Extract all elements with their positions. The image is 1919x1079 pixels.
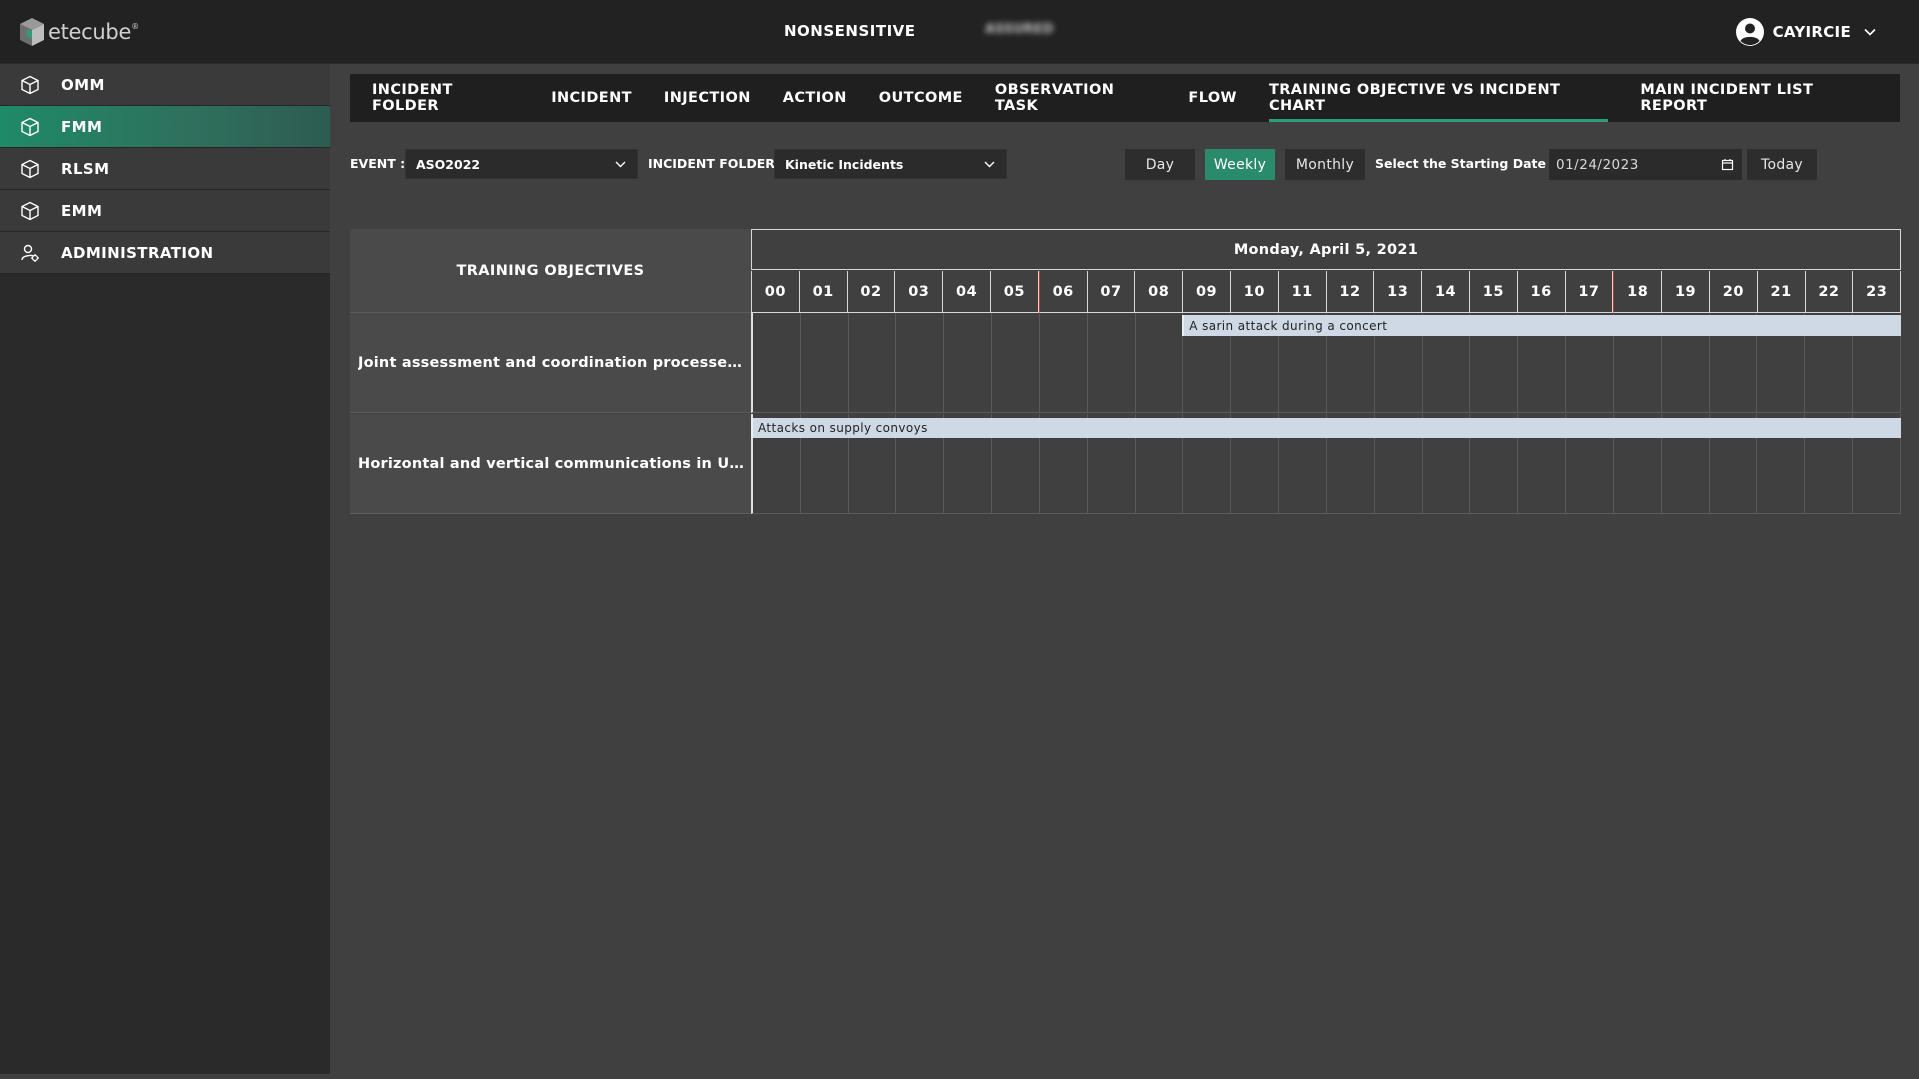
hour-cell[interactable] — [801, 313, 849, 412]
cube-icon — [21, 201, 39, 220]
app-logo[interactable]: etecube® — [18, 16, 139, 48]
hour-label: 02 — [847, 271, 896, 313]
incident-folder-select-value: Kinetic Incidents — [785, 156, 904, 172]
hour-label: 15 — [1469, 271, 1518, 313]
event-label: EVENT : — [350, 156, 406, 171]
hour-cell[interactable] — [849, 313, 897, 412]
hour-label: 18 — [1613, 271, 1663, 313]
cube-icon — [21, 75, 39, 94]
hour-cell[interactable] — [896, 313, 945, 412]
user-menu[interactable]: CAYIRCIE — [1735, 16, 1877, 48]
hour-cell[interactable] — [1040, 313, 1088, 412]
user-name: CAYIRCIE — [1772, 23, 1851, 41]
hour-cell[interactable] — [992, 313, 1040, 412]
sidebar-item-label: FMM — [61, 117, 103, 136]
blurred-label: ASSURED — [985, 22, 1054, 37]
sidebar-item-label: OMM — [61, 75, 105, 94]
classification-label: NONSENSITIVE — [784, 22, 916, 40]
event-select[interactable]: ASO2022 — [405, 149, 638, 179]
filter-bar: EVENT : ASO2022 INCIDENT FOLDER : Kineti… — [350, 149, 1910, 180]
sidebar: OMM FMM RLSM EMM ADMINISTRATION — [0, 64, 330, 1074]
objective-incident-chart: TRAINING OBJECTIVES Monday, April 5, 202… — [350, 229, 1902, 515]
hour-cell[interactable] — [944, 313, 993, 412]
cube-icon — [21, 117, 39, 136]
objective-row: Horizontal and vertical communications i… — [350, 414, 1901, 515]
hour-label: 01 — [799, 271, 848, 313]
hour-label: 19 — [1662, 271, 1710, 313]
hour-label: 07 — [1087, 271, 1136, 313]
hour-label: 09 — [1183, 271, 1231, 313]
objective-label: Joint assessment and coordination proces… — [350, 313, 751, 413]
hour-label: 05 — [990, 271, 1039, 313]
user-avatar-icon — [1735, 18, 1764, 46]
hour-label: 21 — [1757, 271, 1806, 313]
tab-flow[interactable]: FLOW — [1180, 74, 1245, 122]
hour-label: 20 — [1709, 271, 1758, 313]
tab-outcome[interactable]: OUTCOME — [871, 74, 971, 122]
incident-bar[interactable]: A sarin attack during a concert — [1182, 315, 1901, 336]
sidebar-item-fmm[interactable]: FMM — [0, 106, 330, 148]
date-header: Monday, April 5, 2021 — [751, 229, 1901, 270]
chevron-down-icon — [615, 161, 626, 168]
tab-training-objective-vs-incident-chart[interactable]: TRAINING OBJECTIVE VS INCIDENT CHART — [1261, 74, 1616, 122]
chevron-down-icon — [1864, 28, 1876, 36]
today-button[interactable]: Today — [1747, 149, 1817, 180]
sidebar-item-administration[interactable]: ADMINISTRATION — [0, 232, 330, 274]
tab-main-incident-list-report[interactable]: MAIN INCIDENT LIST REPORT — [1632, 74, 1884, 122]
hour-label: 03 — [895, 271, 944, 313]
objective-row: Joint assessment and coordination proces… — [350, 313, 1901, 414]
hour-label: 06 — [1038, 271, 1088, 313]
tab-observation-task[interactable]: OBSERVATION TASK — [987, 74, 1165, 122]
hour-label: 04 — [943, 271, 991, 313]
sidebar-item-label: EMM — [61, 201, 103, 220]
hour-label: 00 — [751, 271, 800, 313]
incident-folder-select[interactable]: Kinetic Incidents — [774, 149, 1007, 179]
user-gear-icon — [21, 244, 39, 262]
hour-label: 08 — [1135, 271, 1184, 313]
cube-icon — [21, 159, 39, 178]
module-tabs: INCIDENT FOLDER INCIDENT INJECTION ACTIO… — [350, 74, 1900, 122]
tab-action[interactable]: ACTION — [775, 74, 855, 122]
hour-label: 13 — [1374, 271, 1423, 313]
view-monthly-button[interactable]: Monthly — [1285, 149, 1365, 180]
sidebar-item-label: RLSM — [61, 159, 110, 178]
sidebar-item-omm[interactable]: OMM — [0, 64, 330, 106]
training-objectives-header: TRAINING OBJECTIVES — [350, 229, 751, 313]
hour-cell[interactable] — [753, 313, 801, 412]
calendar-icon — [1721, 159, 1734, 171]
chevron-down-icon — [984, 161, 995, 168]
hour-label: 22 — [1805, 271, 1854, 313]
hour-label: 17 — [1565, 271, 1614, 313]
tab-incident-folder[interactable]: INCIDENT FOLDER — [364, 74, 527, 122]
incident-folder-label: INCIDENT FOLDER : — [648, 156, 785, 171]
sidebar-item-emm[interactable]: EMM — [0, 190, 330, 232]
start-date-input[interactable]: 01/24/2023 — [1549, 149, 1742, 180]
hour-cell[interactable] — [1136, 313, 1184, 412]
hour-label: 10 — [1230, 271, 1279, 313]
sidebar-item-label: ADMINISTRATION — [61, 243, 214, 262]
hour-label: 23 — [1853, 271, 1902, 313]
start-date-label: Select the Starting Date : — [1375, 156, 1556, 171]
hour-label: 11 — [1278, 271, 1327, 313]
hour-label: 12 — [1326, 271, 1375, 313]
hour-cell[interactable] — [1088, 313, 1136, 412]
hour-label: 14 — [1422, 271, 1470, 313]
tab-injection[interactable]: INJECTION — [656, 74, 759, 122]
logo-cube-icon — [20, 18, 44, 46]
start-date-value: 01/24/2023 — [1556, 156, 1639, 173]
sidebar-item-rlsm[interactable]: RLSM — [0, 148, 330, 190]
logo-text: etecube® — [48, 20, 139, 44]
hour-label: 16 — [1517, 271, 1566, 313]
incident-bar[interactable]: Attacks on supply convoys — [751, 418, 1901, 438]
hour-header-row: 00 01 02 03 04 05 06 07 08 09 10 11 12 13 14 15 16 17 18 19… — [751, 271, 1902, 313]
tab-incident[interactable]: INCIDENT — [543, 74, 640, 122]
view-weekly-button[interactable]: Weekly — [1205, 149, 1275, 180]
view-day-button[interactable]: Day — [1125, 149, 1195, 180]
event-select-value: ASO2022 — [416, 156, 481, 172]
top-bar: etecube® NONSENSITIVE ASSURED CAYIRCIE — [0, 0, 1919, 64]
objective-label: Horizontal and vertical communications i… — [350, 414, 751, 514]
